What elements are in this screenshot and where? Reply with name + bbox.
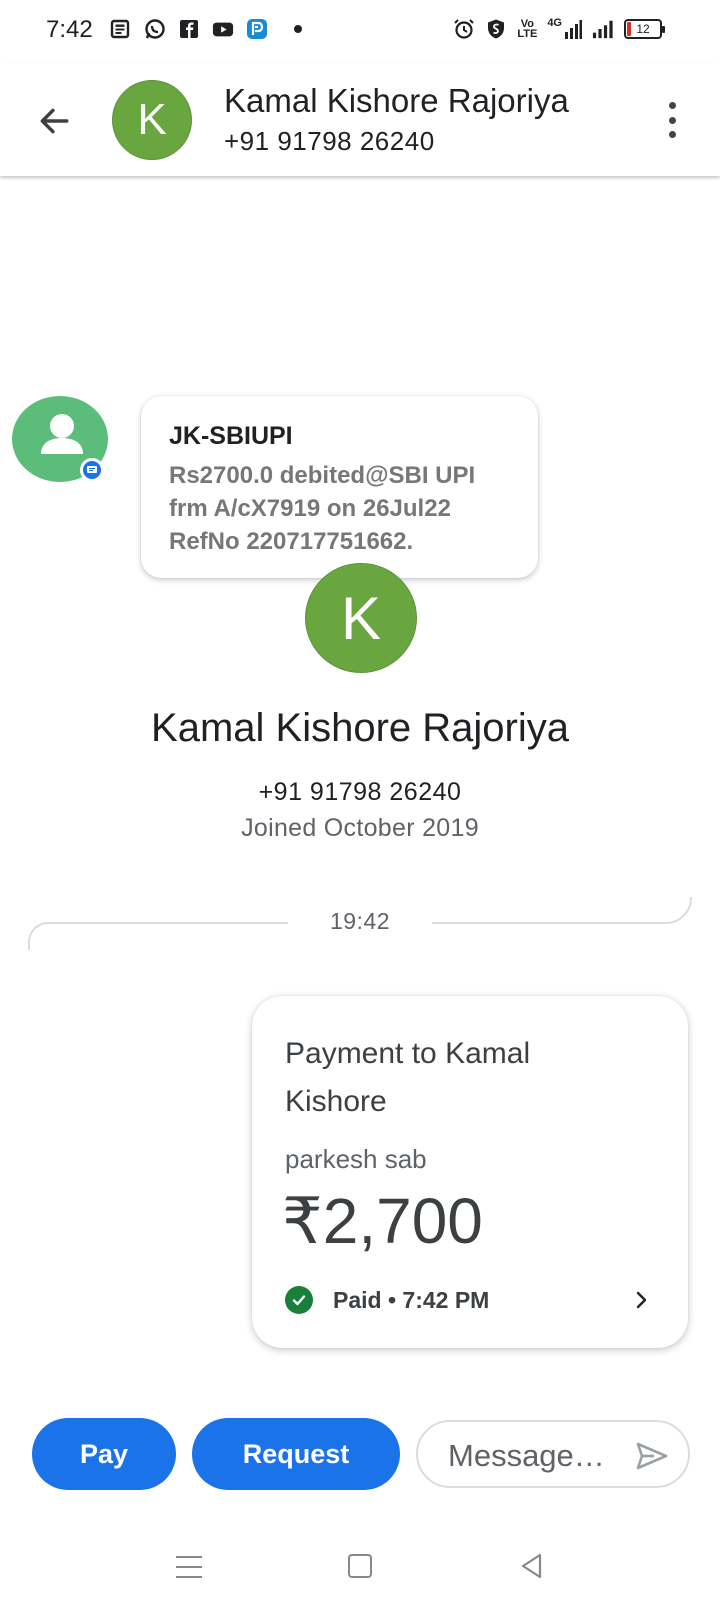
nav-back-button[interactable]: [518, 1552, 546, 1580]
battery-percent: 12: [636, 22, 650, 36]
more-notifications-dot: [294, 25, 302, 33]
system-nav-bar: [0, 1540, 720, 1600]
4g-signal-icon: 4G: [547, 18, 582, 40]
volte-icon: Vo LTE: [517, 19, 538, 40]
news-icon: [110, 18, 132, 40]
send-button[interactable]: [634, 1438, 670, 1474]
volte-label-bottom: LTE: [517, 28, 538, 40]
back-button[interactable]: [30, 97, 78, 145]
messages-app-badge: [80, 458, 104, 482]
sms-body: Rs2700.0 debited@SBI UPI frm A/cX7919 on…: [169, 462, 476, 555]
status-time: 7:42: [46, 16, 93, 43]
more-vert-icon: [668, 102, 676, 109]
nav-back-icon: [521, 1553, 542, 1579]
facebook-icon: [178, 18, 200, 40]
contact-name[interactable]: Kamal Kishore Rajoriya: [224, 82, 569, 120]
payment-note: parkesh sab: [285, 1144, 427, 1174]
app-bar: K Kamal Kishore Rajoriya +91 91798 26240: [0, 64, 720, 176]
menu-icon: [176, 1556, 202, 1558]
payment-status: Paid • 7:42 PM: [333, 1287, 490, 1313]
contact-avatar[interactable]: K: [112, 80, 192, 160]
pay-button[interactable]: Pay: [32, 1418, 176, 1490]
divider-line-right: [432, 922, 662, 924]
chevron-right-icon[interactable]: [627, 1286, 655, 1314]
menu-icon-line: [176, 1576, 202, 1578]
message-field[interactable]: [416, 1420, 690, 1488]
menu-icon-line: [176, 1566, 202, 1568]
payment-amount: ₹2,700: [282, 1185, 483, 1257]
app-p-icon: [246, 18, 268, 40]
more-options-button[interactable]: [656, 98, 688, 142]
shield-icon: [485, 18, 507, 40]
alarm-icon: [453, 18, 475, 40]
send-icon: [636, 1442, 668, 1470]
request-button[interactable]: Request: [192, 1418, 400, 1490]
message-input[interactable]: [448, 1436, 608, 1476]
youtube-icon: [212, 18, 234, 40]
screen: 7:42 Vo LTE 4G 12 K Kamal Kishore Rajori…: [0, 0, 720, 1600]
sms-sender: JK-SBIUPI: [169, 422, 293, 450]
notification-icons: [110, 18, 302, 40]
profile-joined-date: Joined October 2019: [241, 814, 479, 842]
profile-name: Kamal Kishore Rajoriya: [151, 706, 569, 750]
payment-card[interactable]: Payment to Kamal Kishore parkesh sab ₹2,…: [252, 996, 688, 1348]
whatsapp-icon: [144, 18, 166, 40]
system-icons: Vo LTE 4G 12: [453, 18, 665, 40]
arrow-back-icon: [40, 108, 69, 134]
profile-avatar[interactable]: K: [305, 563, 417, 673]
home-button[interactable]: [348, 1554, 372, 1578]
contact-phone[interactable]: +91 91798 26240: [224, 126, 435, 157]
check-circle-icon: [285, 1286, 313, 1314]
4g-label: 4G: [547, 17, 562, 29]
more-vert-dot: [668, 131, 676, 138]
status-bar: 7:42 Vo LTE 4G 12: [0, 0, 720, 64]
payment-status-row: Paid • 7:42 PM: [285, 1286, 655, 1316]
payment-title: Payment to Kamal Kishore: [285, 1037, 531, 1118]
battery-icon: 12: [624, 19, 665, 39]
message-icon: [87, 466, 97, 473]
signal-icon: [592, 18, 614, 40]
sms-notification-card[interactable]: JK-SBIUPI Rs2700.0 debited@SBI UPI frm A…: [141, 396, 538, 578]
recent-apps-button[interactable]: [176, 1554, 202, 1580]
more-vert-dot: [668, 116, 676, 124]
profile-phone: +91 91798 26240: [258, 778, 462, 806]
